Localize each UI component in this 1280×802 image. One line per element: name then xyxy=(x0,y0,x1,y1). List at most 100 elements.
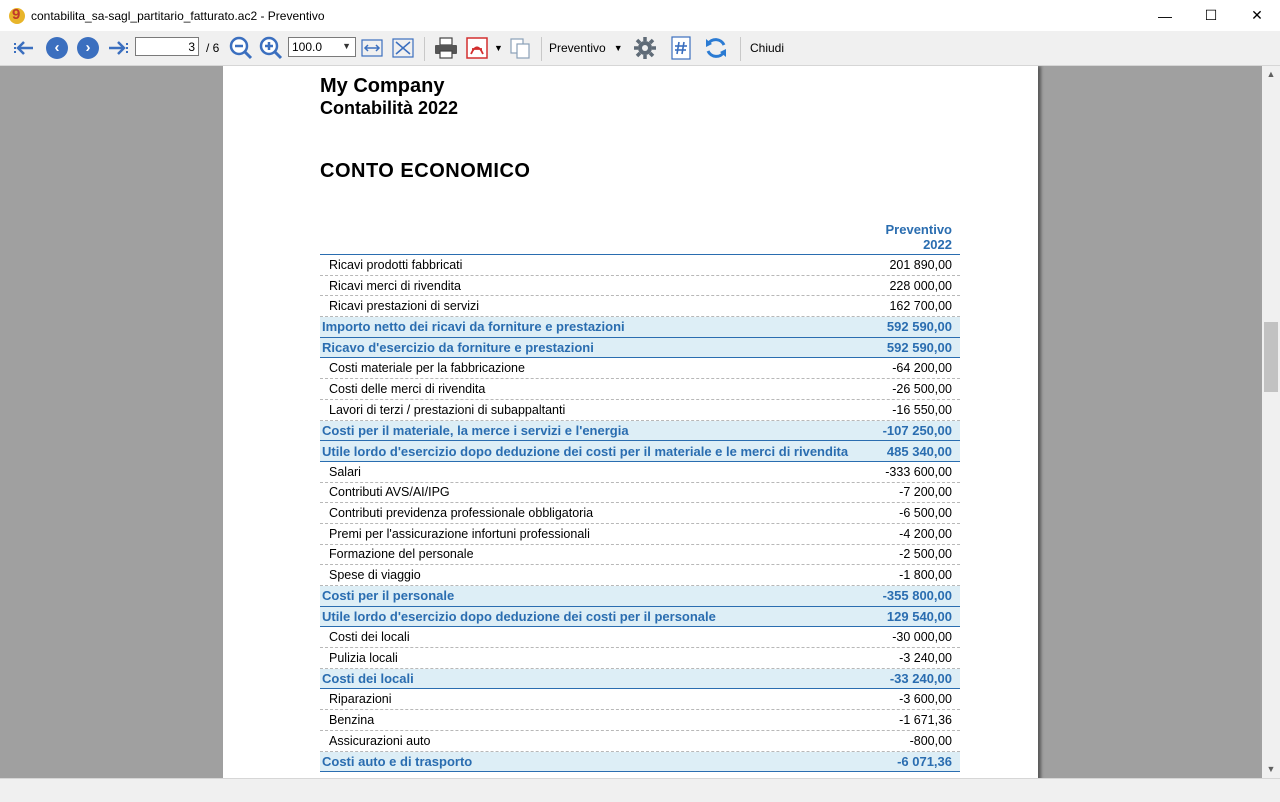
table-row: Assicurazioni auto -800,00 xyxy=(320,731,960,752)
report-table: Ricavi prodotti fabbricati 201 890,00 Rica… xyxy=(320,255,960,773)
toolbar-separator xyxy=(740,37,741,61)
row-value: 201 890,00 xyxy=(889,257,952,272)
maximize-button[interactable]: ☐ xyxy=(1188,0,1234,31)
next-page-button[interactable]: › xyxy=(76,36,100,60)
report-title: CONTO ECONOMICO xyxy=(320,160,531,182)
page-number-input[interactable] xyxy=(135,37,199,56)
zoom-select[interactable]: 100.0 ▼ xyxy=(288,37,356,57)
table-total-row: Ricavo d'esercizio da forniture e presta… xyxy=(320,337,960,359)
report-subtitle: Contabilità 2022 xyxy=(320,98,459,118)
first-page-button[interactable] xyxy=(12,36,36,60)
fit-page-button[interactable] xyxy=(392,36,414,60)
hash-icon xyxy=(671,36,691,60)
table-row: Ricavi prestazioni di servizi 162 700,00 xyxy=(320,296,960,318)
export-dropdown-icon[interactable]: ▼ xyxy=(494,43,503,53)
zoom-in-icon xyxy=(259,36,283,60)
previous-page-button[interactable]: ‹ xyxy=(45,36,69,60)
row-value: -2 500,00 xyxy=(899,547,952,562)
scrollbar-thumb[interactable] xyxy=(1264,322,1278,392)
row-value: -6 500,00 xyxy=(899,506,952,521)
report-page: My Company Contabilità 2022 CONTO ECONOM… xyxy=(223,66,1038,778)
last-page-icon xyxy=(109,41,128,55)
minimize-icon: — xyxy=(1158,7,1172,24)
row-label: Pulizia locali xyxy=(329,650,398,665)
maximize-icon: ☐ xyxy=(1204,7,1218,23)
row-value: -333 600,00 xyxy=(885,464,952,479)
refresh-icon xyxy=(706,38,726,58)
column-header: Preventivo 2022 xyxy=(320,222,960,255)
chevron-left-icon: ‹ xyxy=(46,37,68,59)
row-value: 162 700,00 xyxy=(889,299,952,314)
last-page-button[interactable] xyxy=(106,36,130,60)
printer-icon xyxy=(435,37,457,59)
row-label: Utile lordo d'esercizio dopo deduzione d… xyxy=(322,609,716,625)
column-header-year: 2022 xyxy=(923,237,952,252)
scroll-up-icon[interactable]: ▲ xyxy=(1262,66,1280,83)
settings-button[interactable] xyxy=(632,36,658,60)
row-label: Premi per l'assicurazione infortuni prof… xyxy=(329,526,590,541)
print-button[interactable] xyxy=(433,36,459,60)
page-total: / 6 xyxy=(206,41,220,55)
zoom-in-button[interactable] xyxy=(259,36,283,60)
row-value: -4 200,00 xyxy=(899,526,952,541)
fit-width-button[interactable] xyxy=(361,36,383,60)
table-row: Costi dei locali -30 000,00 xyxy=(320,627,960,649)
table-row: Ricavi prodotti fabbricati 201 890,00 xyxy=(320,255,960,276)
zoom-out-button[interactable] xyxy=(229,36,253,60)
row-value: -107 250,00 xyxy=(882,422,952,438)
row-label: Spese di viaggio xyxy=(329,568,421,583)
row-value: -3 600,00 xyxy=(899,692,952,707)
vertical-scrollbar[interactable]: ▲ ▼ xyxy=(1262,66,1280,778)
fit-width-icon xyxy=(361,39,383,57)
table-row: Premi per l'assicurazione infortuni prof… xyxy=(320,524,960,545)
close-icon: ✕ xyxy=(1251,7,1263,23)
table-row: Salari -333 600,00 xyxy=(320,462,960,483)
close-window-button[interactable]: ✕ xyxy=(1234,0,1280,31)
table-row: Contributi AVS/AI/IPG -7 200,00 xyxy=(320,483,960,504)
row-value: 129 540,00 xyxy=(886,609,952,625)
close-report-button[interactable]: Chiudi xyxy=(750,39,784,57)
table-total-row: Costi dei locali -33 240,00 xyxy=(320,668,960,690)
row-value: -26 500,00 xyxy=(892,381,952,396)
table-row: Riparazioni -3 600,00 xyxy=(320,689,960,711)
row-value: -7 200,00 xyxy=(899,485,952,500)
row-label: Salari xyxy=(329,464,361,479)
row-value: -30 000,00 xyxy=(892,630,952,645)
refresh-button[interactable] xyxy=(703,36,729,60)
table-row: Contributi previdenza professionale obbl… xyxy=(320,503,960,524)
row-label: Costi dei locali xyxy=(329,630,410,645)
table-total-row: Utile lordo d'esercizio dopo deduzione d… xyxy=(320,441,960,462)
row-label: Contributi AVS/AI/IPG xyxy=(329,485,450,500)
row-value: -3 240,00 xyxy=(899,650,952,665)
export-pdf-button[interactable] xyxy=(464,36,490,60)
row-label: Benzina xyxy=(329,712,375,727)
fit-page-icon xyxy=(392,38,414,58)
row-label: Ricavi prestazioni di servizi xyxy=(329,299,480,314)
row-label: Ricavi prodotti fabbricati xyxy=(329,257,463,272)
copy-icon xyxy=(510,38,530,59)
row-value: 592 590,00 xyxy=(886,319,952,335)
table-row: Formazione del personale -2 500,00 xyxy=(320,545,960,566)
row-value: -6 071,36 xyxy=(897,753,952,769)
row-label: Assicurazioni auto xyxy=(329,733,431,748)
scroll-down-icon[interactable]: ▼ xyxy=(1262,761,1280,778)
document-viewport[interactable]: My Company Contabilità 2022 CONTO ECONOM… xyxy=(0,66,1262,778)
zoom-out-icon xyxy=(229,36,253,60)
pdf-icon xyxy=(466,37,488,59)
view-select[interactable]: Preventivo ▼ xyxy=(549,39,623,57)
column-header-label: Preventivo xyxy=(885,222,952,237)
close-report-label: Chiudi xyxy=(750,41,785,55)
toolbar-separator xyxy=(541,37,542,61)
table-total-row: Utile lordo d'esercizio dopo deduzione d… xyxy=(320,606,960,628)
row-label: Costi materiale per la fabbricazione xyxy=(329,361,525,376)
row-label: Costi dei locali xyxy=(322,671,414,687)
copy-button[interactable] xyxy=(508,36,532,60)
row-value: -800,00 xyxy=(909,733,952,748)
row-label: Utile lordo d'esercizio dopo deduzione d… xyxy=(322,443,849,459)
table-total-row: Costi auto e di trasporto -6 071,36 xyxy=(320,751,960,773)
row-value: -16 550,00 xyxy=(892,402,952,417)
row-value: 228 000,00 xyxy=(889,278,952,293)
numbering-button[interactable] xyxy=(668,36,694,60)
minimize-button[interactable]: — xyxy=(1142,0,1188,31)
row-value: -33 240,00 xyxy=(889,671,952,687)
